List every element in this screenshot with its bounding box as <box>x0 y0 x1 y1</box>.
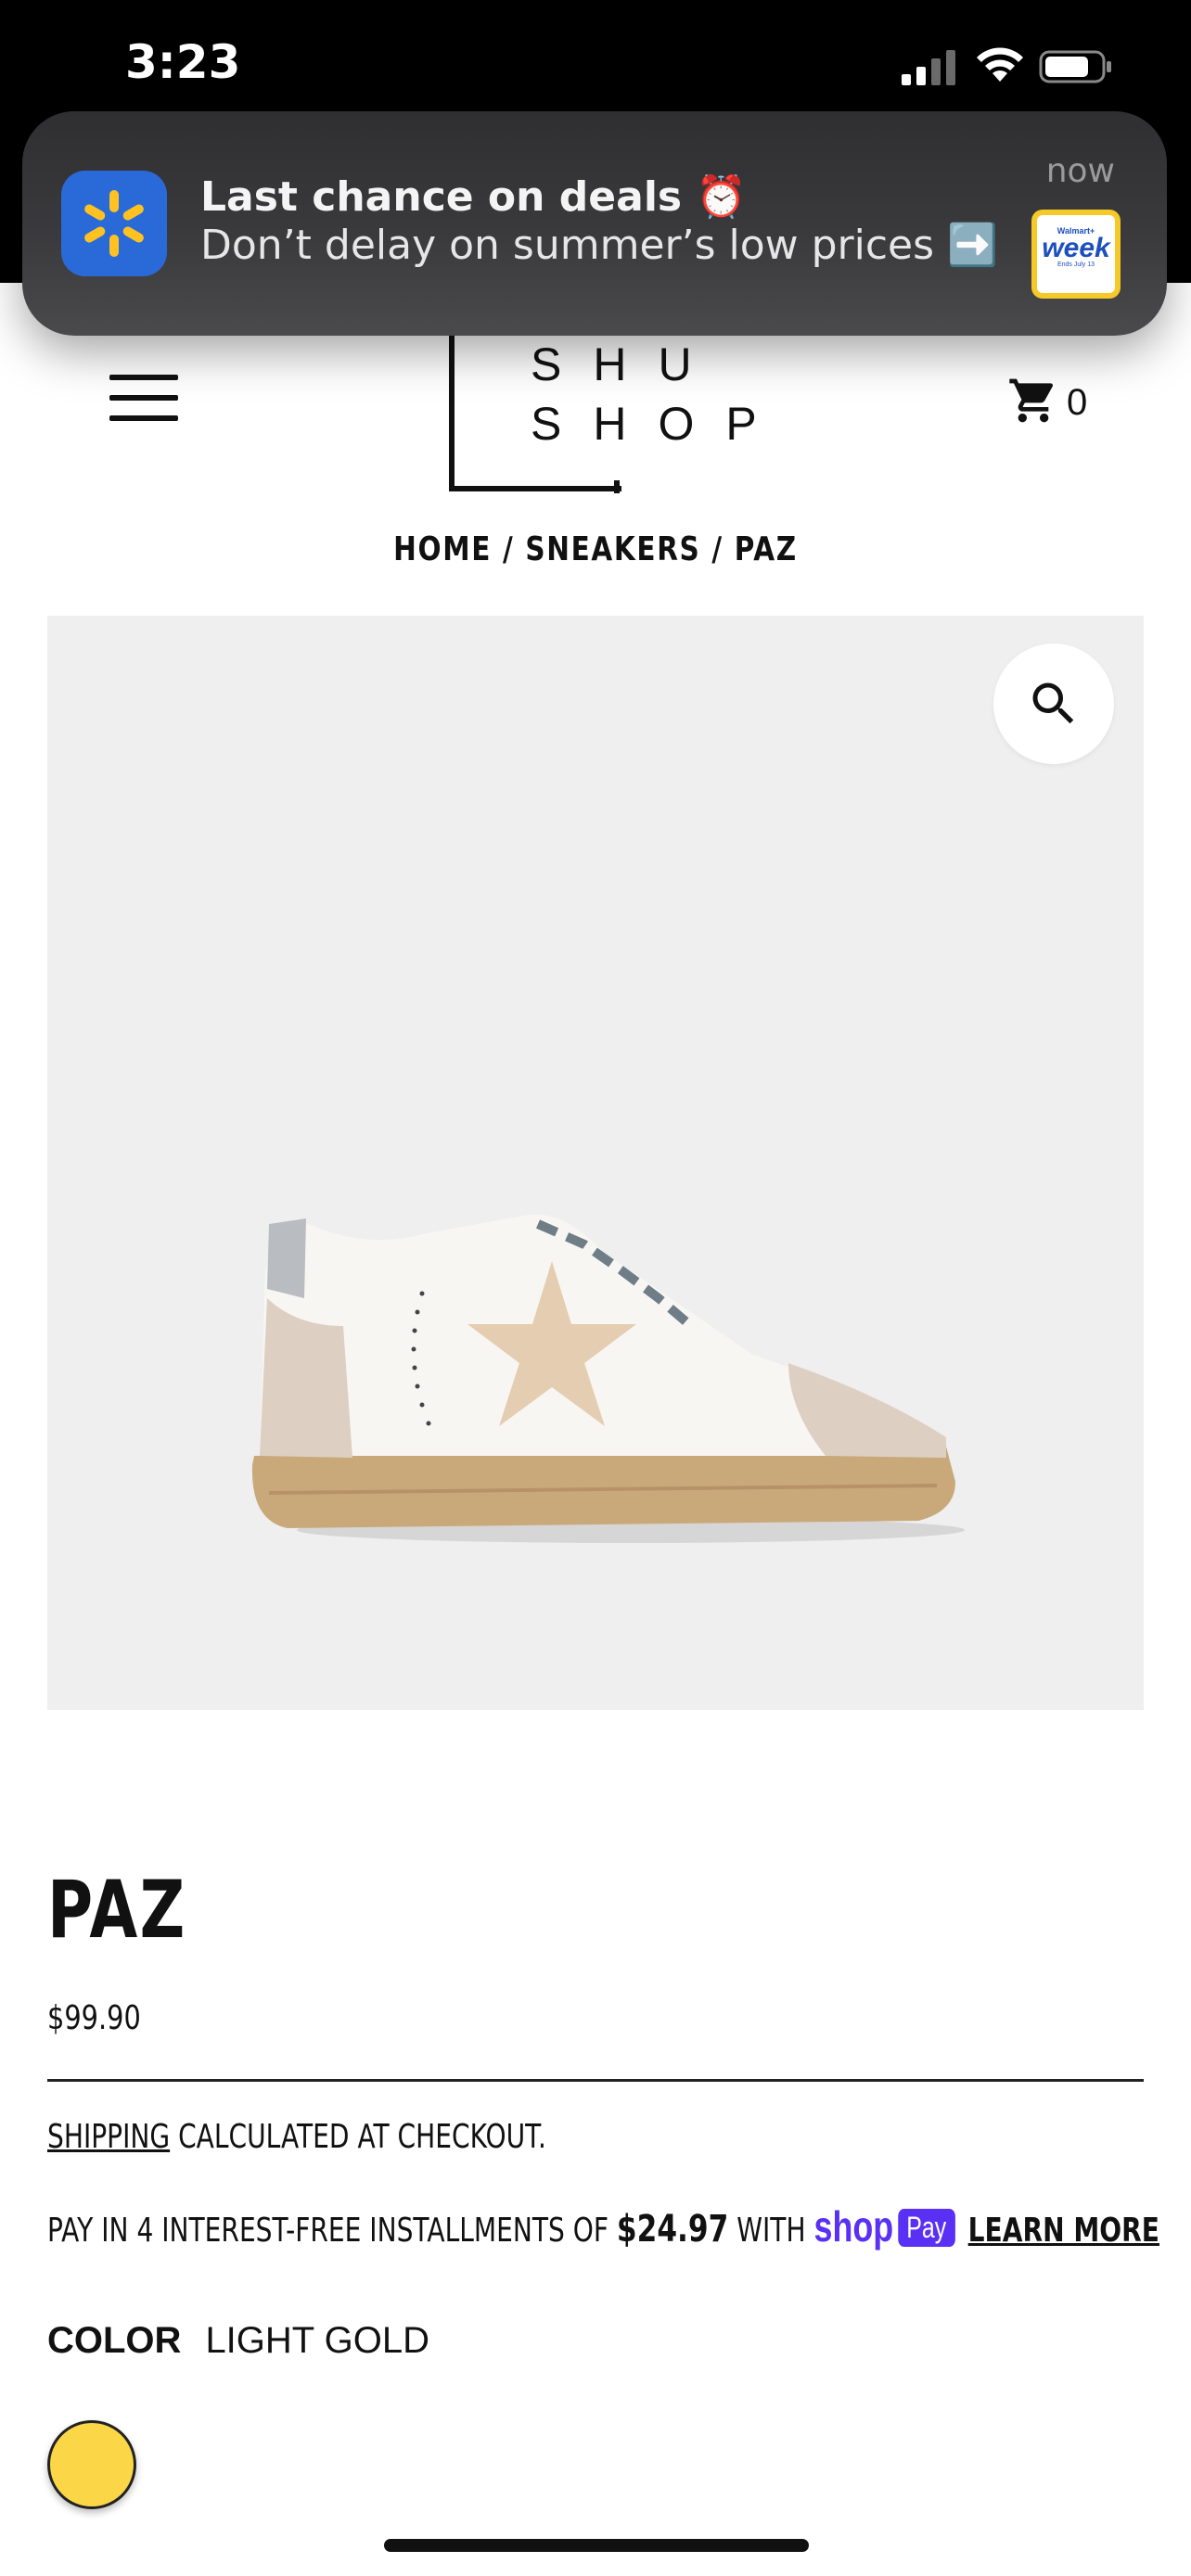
status-time: 3:23 <box>125 35 241 89</box>
shipping-link[interactable]: SHIPPING <box>47 2118 170 2156</box>
learn-more-link[interactable]: LEARN MORE <box>968 2212 1159 2250</box>
breadcrumb[interactable]: HOME / SNEAKERS / PAZ <box>108 530 1084 568</box>
color-swatch-light-gold[interactable] <box>47 2420 136 2509</box>
product-title: PAZ <box>47 1864 187 1957</box>
shop-pay-logo: shop <box>813 2202 894 2251</box>
divider <box>47 2079 1144 2082</box>
shop-pay-badge: Pay <box>897 2209 955 2247</box>
installments-with: WITH <box>728 2212 814 2250</box>
sneaker-image <box>251 1214 965 1543</box>
color-label: COLOR <box>47 2320 182 2361</box>
product-price: $99.90 <box>47 1999 141 2037</box>
installments-prefix: PAY IN 4 INTEREST-FREE INSTALLMENTS OF <box>47 2212 617 2250</box>
battery-icon <box>1039 50 1111 83</box>
zoom-button[interactable] <box>993 644 1114 764</box>
cart-icon[interactable] <box>1007 375 1059 427</box>
installments-amount: $24.97 <box>616 2208 729 2251</box>
wifi-icon <box>977 47 1023 82</box>
cart-count[interactable]: 0 <box>1067 382 1087 424</box>
logo-text-line2: SHOP <box>531 398 788 450</box>
home-indicator[interactable] <box>384 2539 809 2552</box>
thumb-line2: week <box>1042 233 1110 263</box>
push-notification[interactable]: Last chance on deals ⏰ Don’t delay on su… <box>22 111 1167 336</box>
color-value: LIGHT GOLD <box>205 2320 429 2361</box>
shipping-text: CALCULATED AT CHECKOUT. <box>170 2118 546 2156</box>
menu-button[interactable] <box>109 375 178 421</box>
notification-body: Don’t delay on summer’s low prices ➡️ <box>200 222 998 269</box>
logo-text-line1: SHU <box>531 338 724 390</box>
notification-title: Last chance on deals ⏰ <box>200 173 748 221</box>
search-icon <box>1032 682 1074 724</box>
notification-thumbnail: Walmart+ week Ends July 13 <box>1031 210 1121 299</box>
shipping-note: SHIPPING CALCULATED AT CHECKOUT. <box>47 2118 546 2156</box>
cellular-signal-icon <box>902 50 955 85</box>
installments-note: PAY IN 4 INTEREST-FREE INSTALLMENTS OF $… <box>47 2201 1159 2251</box>
walmart-app-icon <box>61 171 167 276</box>
color-option-row: COLOR LIGHT GOLD <box>47 2320 429 2362</box>
notification-time: now <box>1045 152 1115 190</box>
shop-logo[interactable]: SHU SHOP <box>449 325 757 493</box>
